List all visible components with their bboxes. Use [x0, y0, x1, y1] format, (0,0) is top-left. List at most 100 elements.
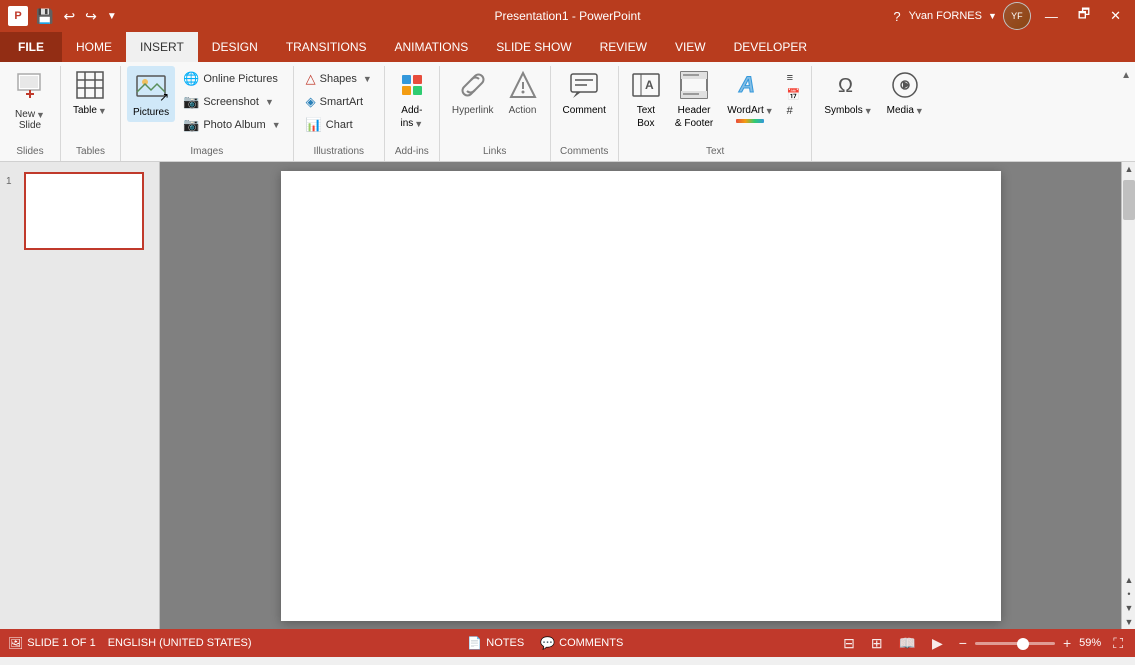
symbols-button[interactable]: Ω Symbols ▼ — [818, 66, 878, 120]
addins-group-label: Add-ins — [391, 143, 433, 161]
zoom-in-button[interactable]: + — [1059, 633, 1075, 653]
reading-view-button[interactable]: 📖 — [895, 633, 920, 654]
close-button[interactable]: ✕ — [1104, 6, 1127, 26]
tab-view[interactable]: VIEW — [661, 32, 720, 62]
scroll-down-button[interactable]: ▼ — [1122, 615, 1135, 629]
symbols-group-label — [818, 154, 929, 161]
symbols-arrow[interactable]: ▼ — [864, 106, 873, 116]
slides-group-label: Slides — [6, 143, 54, 161]
scroll-track[interactable] — [1122, 176, 1135, 573]
main-area: 1 ▲ ▲ • ▼ ▼ — [0, 162, 1135, 629]
slide-thumb-image[interactable] — [24, 172, 144, 250]
tab-animations[interactable]: ANIMATIONS — [380, 32, 482, 62]
tab-developer[interactable]: DEVELOPER — [720, 32, 821, 62]
slide-canvas[interactable] — [160, 162, 1121, 629]
help-button[interactable]: ? — [893, 9, 900, 24]
wordart-label: WordArt — [727, 105, 764, 116]
smartart-button[interactable]: ◈ SmartArt — [300, 91, 378, 113]
links-group-label: Links — [446, 143, 544, 161]
tab-insert[interactable]: INSERT — [126, 32, 198, 62]
notes-icon: 📄 — [467, 636, 482, 650]
customize-button[interactable]: ▼ — [103, 9, 121, 24]
pictures-button[interactable]: Pictures ↗ — [127, 66, 175, 122]
actual-slide[interactable] — [281, 171, 1001, 621]
shapes-arrow[interactable]: ▼ — [363, 74, 372, 84]
new-slide-arrow[interactable]: ▼ — [36, 110, 45, 120]
new-slide-button[interactable]: New ▼ Slide — [6, 66, 54, 133]
scroll-next-slide[interactable]: ▼ — [1122, 601, 1135, 615]
slide-sorter-button[interactable]: ⊞ — [867, 633, 887, 654]
notes-button[interactable]: 📄 NOTES — [461, 634, 530, 652]
chart-button[interactable]: 📊 Chart — [300, 114, 378, 136]
ribbon-collapse[interactable]: ▲ — [1117, 66, 1135, 161]
status-center: 📄 NOTES 💬 COMMENTS — [461, 634, 629, 652]
vertical-scrollbar[interactable]: ▲ ▲ • ▼ ▼ — [1121, 162, 1135, 629]
media-button[interactable]: Media ▼ — [881, 66, 930, 120]
action-button[interactable]: Action — [502, 66, 544, 120]
undo-button[interactable]: ↩ — [59, 6, 79, 27]
zoom-out-button[interactable]: − — [955, 633, 971, 653]
restore-button[interactable]: 🗗 — [1072, 3, 1096, 29]
pictures-label: Pictures — [133, 107, 169, 118]
header-footer-button[interactable]: Header & Footer — [669, 66, 719, 133]
illustrations-sub-group: △ Shapes ▼ ◈ SmartArt 📊 Chart — [300, 66, 378, 136]
scroll-thumb[interactable] — [1123, 180, 1135, 220]
svg-text:A: A — [645, 78, 654, 92]
presentation-button[interactable]: ▶ — [928, 633, 947, 654]
comment-button[interactable]: Comment — [557, 66, 612, 120]
comments-status-button[interactable]: 💬 COMMENTS — [534, 634, 629, 652]
status-left: 🖼 SLIDE 1 OF 1 ENGLISH (UNITED STATES) — [8, 636, 252, 650]
action-icon — [508, 70, 538, 103]
text-more-button[interactable]: ≡ — [784, 70, 804, 86]
wordart-arrow[interactable]: ▼ — [765, 106, 774, 116]
minimize-button[interactable]: — — [1039, 7, 1064, 26]
addins-arrow[interactable]: ▼ — [414, 119, 423, 129]
normal-view-button[interactable]: ⊟ — [839, 633, 859, 654]
slide-thumbnail-1[interactable]: 1 — [4, 170, 155, 252]
table-arrow[interactable]: ▼ — [98, 106, 107, 116]
tab-slideshow[interactable]: SLIDE SHOW — [482, 32, 585, 62]
window-title: Presentation1 - PowerPoint — [494, 9, 640, 23]
shapes-button[interactable]: △ Shapes ▼ — [300, 68, 378, 90]
zoom-slider-thumb[interactable] — [1017, 638, 1029, 650]
text-extra-button[interactable]: # — [784, 103, 804, 119]
comments-status-label: COMMENTS — [559, 637, 623, 649]
online-pictures-button[interactable]: 🌐 Online Pictures — [177, 68, 286, 90]
table-label: Table — [73, 105, 97, 116]
tab-transitions[interactable]: TRANSITIONS — [272, 32, 381, 62]
chart-label: Chart — [326, 119, 353, 131]
language-info: ENGLISH (UNITED STATES) — [108, 637, 252, 649]
photo-album-button[interactable]: 📷 Photo Album ▼ — [177, 114, 286, 136]
scroll-center-slide[interactable]: • — [1122, 587, 1135, 601]
fit-slide-button[interactable]: ⛶ — [1109, 633, 1127, 654]
smartart-label: SmartArt — [320, 96, 363, 108]
scroll-prev-slide[interactable]: ▲ — [1122, 573, 1135, 587]
addins-button[interactable]: Add- ins ▼ — [391, 66, 433, 133]
menu-bar: FILE HOME INSERT DESIGN TRANSITIONS ANIM… — [0, 32, 1135, 62]
user-dropdown[interactable]: ▼ — [988, 11, 997, 21]
images-sub-group: 🌐 Online Pictures 📷 Screenshot ▼ 📷 Photo… — [177, 66, 286, 136]
hyperlink-button[interactable]: Hyperlink — [446, 66, 500, 120]
wordart-icon: A A — [735, 70, 765, 103]
screenshot-label: Screenshot — [203, 96, 259, 108]
redo-button[interactable]: ↪ — [81, 6, 101, 27]
wordart-button[interactable]: A A WordArt ▼ — [721, 66, 779, 127]
media-arrow[interactable]: ▼ — [915, 106, 924, 116]
action-label: Action — [509, 105, 537, 116]
save-button[interactable]: 💾 — [32, 6, 57, 27]
screenshot-button[interactable]: 📷 Screenshot ▼ — [177, 91, 286, 113]
text-box-button[interactable]: A Text Box — [625, 66, 667, 133]
tab-design[interactable]: DESIGN — [198, 32, 272, 62]
zoom-slider[interactable] — [975, 642, 1055, 645]
new-slide-icon — [14, 70, 46, 109]
text-omega-button[interactable]: 📅 — [784, 86, 804, 103]
tab-review[interactable]: REVIEW — [586, 32, 661, 62]
tab-file[interactable]: FILE — [0, 32, 62, 62]
photo-album-arrow[interactable]: ▼ — [272, 120, 281, 130]
table-button[interactable]: Table ▼ — [67, 66, 113, 120]
text-group-label: Text — [625, 143, 805, 161]
scroll-up-button[interactable]: ▲ — [1122, 162, 1135, 176]
tab-home[interactable]: HOME — [62, 32, 126, 62]
screenshot-arrow[interactable]: ▼ — [265, 97, 274, 107]
hyperlink-icon — [458, 70, 488, 103]
